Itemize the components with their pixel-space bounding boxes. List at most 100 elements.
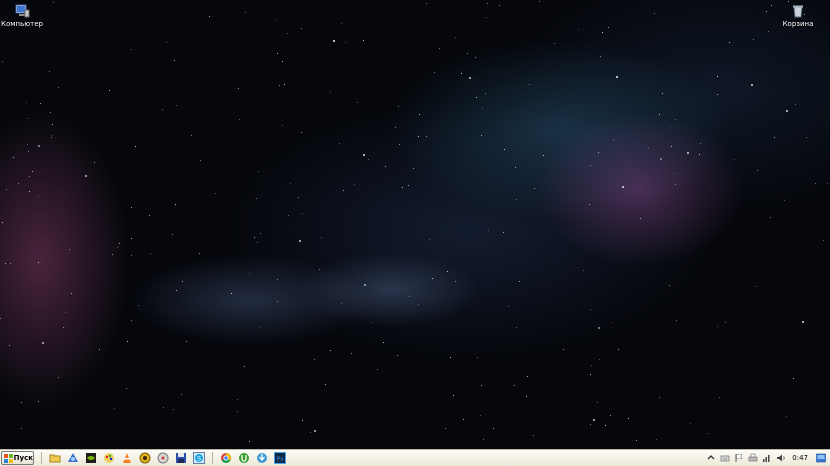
start-button[interactable]: Пуск xyxy=(1,451,34,465)
wallpaper-star xyxy=(237,399,238,400)
wallpaper-star xyxy=(175,204,176,205)
wallpaper-star xyxy=(215,193,216,194)
taskbar: Пуск S Ps 0:47 xyxy=(0,449,830,466)
wallpaper-star xyxy=(127,341,128,342)
downloader-icon[interactable] xyxy=(256,452,268,464)
printer-icon[interactable] xyxy=(748,453,758,463)
wallpaper-star xyxy=(717,326,718,327)
wallpaper-star xyxy=(38,262,39,263)
wallpaper-star xyxy=(71,293,72,294)
wallpaper-star xyxy=(58,377,59,378)
wallpaper-star xyxy=(339,143,340,144)
wallpaper-star xyxy=(277,301,278,302)
wallpaper-star xyxy=(480,415,481,416)
photoshop-icon[interactable]: Ps xyxy=(274,452,286,464)
wallpaper-star xyxy=(654,13,655,14)
network-icon[interactable] xyxy=(67,452,79,464)
chrome-icon[interactable] xyxy=(220,452,232,464)
signal-icon[interactable] xyxy=(762,453,772,463)
wallpaper-star xyxy=(58,87,59,88)
wallpaper-star xyxy=(590,165,591,166)
wallpaper-star xyxy=(38,401,39,402)
wallpaper-star xyxy=(408,185,409,186)
wallpaper-star xyxy=(131,207,132,208)
wallpaper-star xyxy=(256,198,257,199)
wallpaper-star xyxy=(676,320,677,321)
keyboard-icon[interactable] xyxy=(720,453,730,463)
wallpaper-star xyxy=(656,439,657,440)
wallpaper-star xyxy=(516,199,517,200)
show-desktop-icon[interactable] xyxy=(816,453,826,463)
wallpaper-star xyxy=(65,312,66,313)
wallpaper-star xyxy=(282,125,283,126)
utorrent-icon[interactable] xyxy=(238,452,250,464)
wallpaper-star xyxy=(371,322,372,323)
wallpaper-star xyxy=(398,106,399,107)
wallpaper-star xyxy=(254,237,255,238)
wallpaper-star xyxy=(526,396,527,397)
vlc-icon[interactable] xyxy=(121,452,133,464)
wallpaper-star xyxy=(662,93,663,94)
wallpaper-star xyxy=(514,385,515,386)
folder-icon[interactable] xyxy=(49,452,61,464)
wallpaper-star xyxy=(476,97,477,98)
desktop-wallpaper xyxy=(0,0,830,449)
wallpaper-star xyxy=(301,28,302,29)
flag-icon[interactable] xyxy=(734,453,744,463)
wallpaper-star xyxy=(231,293,232,294)
wallpaper-star xyxy=(298,197,299,198)
wallpaper-star xyxy=(126,388,127,389)
wallpaper-star xyxy=(28,118,29,119)
wallpaper-star xyxy=(599,359,600,360)
wallpaper-star xyxy=(314,430,316,432)
wallpaper-star xyxy=(357,102,358,103)
wallpaper-star xyxy=(515,167,516,168)
desktop-icon-label: Компьютер xyxy=(1,20,43,28)
wallpaper-star xyxy=(543,155,544,156)
wallpaper-star xyxy=(51,137,52,138)
wallpaper-star xyxy=(483,439,484,440)
game-icon[interactable] xyxy=(139,452,151,464)
wallpaper-star xyxy=(455,281,456,282)
expand-tray-icon[interactable] xyxy=(706,453,716,463)
nvidia-icon[interactable] xyxy=(85,452,97,464)
wallpaper-star xyxy=(426,3,427,4)
floppy-save-icon[interactable] xyxy=(175,452,187,464)
svg-text:Ps: Ps xyxy=(277,457,284,463)
wallpaper-star xyxy=(613,139,614,140)
desktop-icon-computer[interactable]: Компьютер xyxy=(0,4,50,28)
desktop-icon-recycle-bin[interactable]: Корзина xyxy=(770,4,826,28)
wallpaper-star xyxy=(413,168,414,169)
wallpaper-star xyxy=(729,42,730,43)
wallpaper-star xyxy=(42,342,44,344)
wallpaper-star xyxy=(455,37,456,38)
wallpaper-star xyxy=(628,418,629,419)
speaker-icon[interactable] xyxy=(776,453,786,463)
wallpaper-star xyxy=(827,183,828,184)
wallpaper-star xyxy=(258,171,259,172)
wallpaper-star xyxy=(319,269,320,270)
wallpaper-star xyxy=(18,183,19,184)
paint-icon[interactable] xyxy=(103,452,115,464)
wallpaper-star xyxy=(802,321,804,323)
wallpaper-star xyxy=(563,349,564,350)
svg-text:S: S xyxy=(197,457,201,463)
wallpaper-star xyxy=(343,190,344,191)
wallpaper-star xyxy=(2,61,3,62)
wallpaper-star xyxy=(600,56,601,57)
wallpaper-star xyxy=(363,40,364,41)
skype-icon[interactable]: S xyxy=(193,452,205,464)
clock[interactable]: 0:47 xyxy=(792,454,808,462)
wallpaper-star xyxy=(287,33,288,34)
wallpaper-star xyxy=(399,144,400,145)
wallpaper-star xyxy=(717,76,718,77)
wallpaper-star xyxy=(341,23,342,24)
media-icon[interactable] xyxy=(157,452,169,464)
wallpaper-star xyxy=(823,240,824,241)
wallpaper-star xyxy=(590,374,591,375)
wallpaper-star xyxy=(354,184,355,185)
wallpaper-star xyxy=(815,183,816,184)
wallpaper-star xyxy=(648,148,649,149)
wallpaper-star xyxy=(439,48,440,49)
wallpaper-star xyxy=(527,376,528,377)
